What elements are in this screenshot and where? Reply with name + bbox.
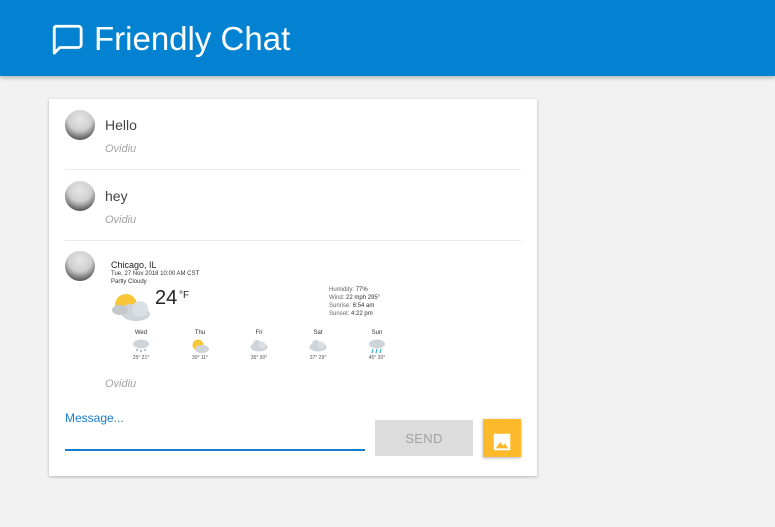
message-item: Chicago, IL Tue, 27 Nov 2018 10:00 AM CS… [65,240,521,400]
app-header: Friendly Chat [0,0,775,76]
forecast-temps: 37° 29° [309,355,327,361]
humidity-value: 77% [355,287,368,293]
message-sender: Ovidiu [105,378,137,390]
forecast-day-name: Sat [313,330,323,336]
wind-value: 22 mph 295° [346,295,381,301]
forecast-day: Fri 35° 30° [239,330,279,361]
weather-city: Chicago, IL [111,260,157,270]
message-text: hey [105,188,128,204]
message-image-weather: Chicago, IL Tue, 27 Nov 2018 10:00 AM CS… [105,254,405,370]
forecast-day: Thu 30° 11° [180,330,220,361]
weather-unit: °F [179,290,190,301]
weather-temperature: 24 [155,287,178,309]
forecast-day: Sun 45° 30° [357,330,397,361]
chat-bubble-icon [52,24,83,55]
weather-date: Tue, 27 Nov 2018 10:00 AM CST [111,271,200,277]
weather-forecast: Wed 25° 21° Thu 30° 11° Fri 35° 30° Sat … [105,330,405,370]
message-text: Hello [105,117,137,133]
messages-card: Hello Ovidiu hey Ovidiu Chicago, IL Tue,… [49,99,537,476]
forecast-day: Wed 25° 21° [121,330,161,361]
partly-sunny-icon [192,339,209,353]
avatar [65,110,95,140]
sunrise-label: Sunrise: [329,303,352,309]
forecast-day: Sat 37° 29° [298,330,338,361]
forecast-day-name: Fri [255,330,263,336]
message-item: Hello Ovidiu [65,99,521,170]
sunrise-value: 6:54 am [352,303,375,309]
forecast-day-name: Thu [194,330,206,336]
avatar [65,181,95,211]
cloudy-icon [250,340,268,352]
upload-image-button[interactable] [483,419,521,457]
wind-label: Wind: [329,295,345,301]
image-icon [493,433,511,451]
sunset-label: Sunset: [329,311,350,317]
avatar [65,251,95,281]
forecast-temps: 35° 30° [250,355,268,361]
forecast-day-name: Sun [371,330,383,336]
humidity-label: Humidity: [329,287,355,293]
rain-icon [369,339,385,354]
forecast-day-name: Wed [134,330,148,336]
message-input[interactable] [65,425,365,451]
sunset-value: 4:22 pm [351,311,373,317]
send-button[interactable]: SEND [375,420,473,456]
forecast-temps: 45° 30° [368,355,386,361]
forecast-temps: 25° 21° [132,355,150,361]
app-title: Friendly Chat [94,20,291,57]
cloudy-icon [309,340,327,352]
message-sender: Ovidiu [105,143,137,155]
weather-condition: Partly Cloudy [111,279,147,285]
weather-details: Humidity: 77% Wind: 22 mph 295° Sunrise:… [329,286,380,318]
partly-cloudy-icon [112,294,150,321]
message-sender: Ovidiu [105,214,137,226]
message-input-label: Message... [65,411,124,425]
forecast-temps: 30° 11° [191,355,209,361]
snow-icon [133,339,149,353]
message-item: hey Ovidiu [65,170,521,241]
